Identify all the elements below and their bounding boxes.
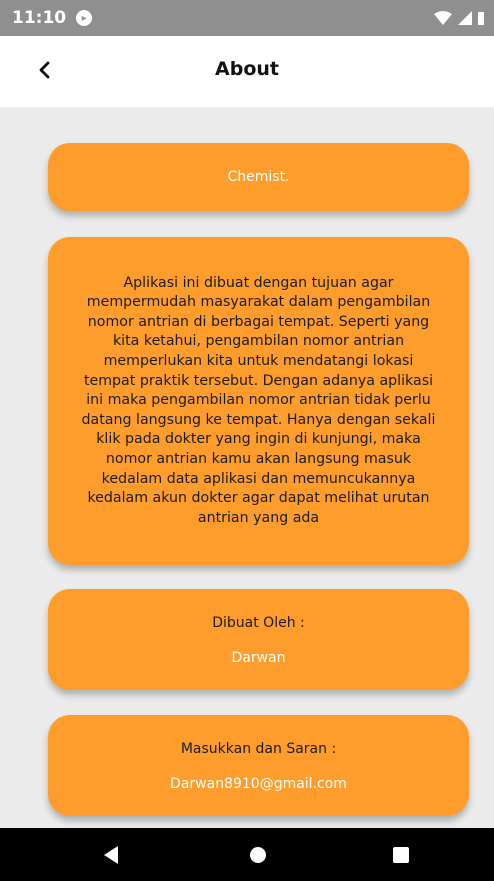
description-text: Aplikasi ini dibuat dengan tujuan agar m… <box>81 274 436 526</box>
signal-icon <box>458 11 472 25</box>
app-name-card: Chemist. <box>48 143 469 211</box>
contact-card: Masukkan dan Saran : Darwan8910@gmail.co… <box>48 715 469 816</box>
contact-email[interactable]: Darwan8910@gmail.com <box>48 776 469 792</box>
author-name: Darwan <box>231 650 286 666</box>
contact-label: Masukkan dan Saran : <box>180 741 337 757</box>
page-title: About <box>215 58 279 80</box>
status-time: 11:10 <box>12 8 67 28</box>
status-bar: 11:10 ▸ <box>0 0 494 36</box>
navigation-bar <box>0 828 494 881</box>
author-label: Dibuat Oleh : <box>212 615 305 631</box>
status-left: 11:10 ▸ <box>12 8 93 28</box>
nav-home-icon[interactable] <box>250 847 266 863</box>
status-right <box>434 11 484 25</box>
nav-back-icon[interactable] <box>104 846 118 864</box>
nav-recents-icon[interactable] <box>393 847 409 863</box>
app-name: Chemist. <box>227 169 290 185</box>
wifi-icon <box>434 11 452 25</box>
battery-icon <box>478 12 484 25</box>
author-card: Dibuat Oleh : Darwan <box>48 589 469 690</box>
description-card: Aplikasi ini dibuat dengan tujuan agar m… <box>48 237 469 565</box>
app-bar: About <box>0 36 494 107</box>
about-content[interactable]: Chemist. Aplikasi ini dibuat dengan tuju… <box>0 107 494 828</box>
circle-notification-icon: ▸ <box>76 10 93 26</box>
